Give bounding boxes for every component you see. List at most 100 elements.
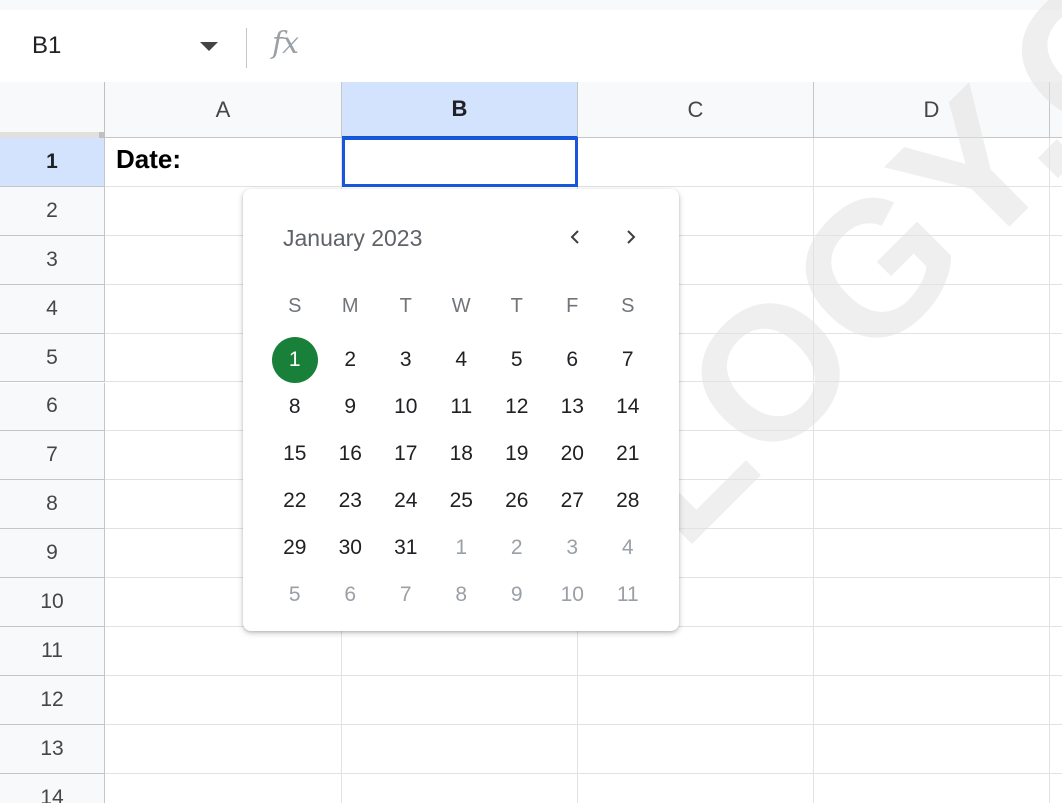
- grid-cell[interactable]: [1050, 725, 1062, 774]
- calendar-day[interactable]: 29: [267, 524, 323, 571]
- calendar-day[interactable]: 24: [378, 477, 434, 524]
- grid-cell[interactable]: [814, 138, 1050, 187]
- calendar-day[interactable]: 10: [378, 383, 434, 430]
- row-header-14[interactable]: 14: [0, 773, 105, 803]
- grid-cell[interactable]: [814, 627, 1050, 676]
- calendar-day[interactable]: 9: [489, 571, 545, 618]
- grid-cell[interactable]: [1050, 431, 1062, 481]
- grid-cell[interactable]: [1050, 676, 1062, 725]
- calendar-day[interactable]: 2: [323, 336, 379, 383]
- calendar-day[interactable]: 28: [600, 477, 656, 524]
- name-box[interactable]: B1: [32, 32, 61, 60]
- row-header-2[interactable]: 2: [0, 186, 105, 236]
- grid-cell[interactable]: [814, 333, 1050, 383]
- calendar-day[interactable]: 13: [545, 383, 601, 430]
- row-header-3[interactable]: 3: [0, 235, 105, 285]
- calendar-day[interactable]: 2: [489, 524, 545, 571]
- selected-day[interactable]: 1: [267, 336, 323, 383]
- calendar-day[interactable]: 3: [545, 524, 601, 571]
- calendar-day[interactable]: 9: [323, 383, 379, 430]
- column-header-c[interactable]: C: [578, 82, 814, 138]
- grid-cell[interactable]: [578, 773, 814, 803]
- calendar-day[interactable]: 21: [600, 430, 656, 477]
- row-header-12[interactable]: 12: [0, 675, 105, 725]
- calendar-day[interactable]: 31: [378, 524, 434, 571]
- grid-cell[interactable]: [814, 382, 1050, 432]
- grid-cell[interactable]: [814, 773, 1050, 803]
- grid-cell[interactable]: [1050, 529, 1062, 579]
- grid-cell[interactable]: [578, 675, 814, 725]
- grid-cell[interactable]: [578, 138, 814, 187]
- row-header-10[interactable]: 10: [0, 578, 105, 627]
- calendar-day[interactable]: 12: [489, 383, 545, 430]
- column-header-d[interactable]: D: [814, 82, 1050, 138]
- row-header-11[interactable]: 11: [0, 627, 105, 676]
- calendar-day[interactable]: 3: [378, 336, 434, 383]
- grid-cell[interactable]: [342, 627, 578, 676]
- calendar-day[interactable]: 4: [434, 336, 490, 383]
- row-header-9[interactable]: 9: [0, 529, 105, 579]
- calendar-day[interactable]: 30: [323, 524, 379, 571]
- calendar-day[interactable]: 15: [267, 430, 323, 477]
- calendar-day[interactable]: 1: [434, 524, 490, 571]
- chevron-left-icon[interactable]: [557, 219, 593, 255]
- calendar-day[interactable]: 11: [600, 571, 656, 618]
- calendar-day[interactable]: 25: [434, 477, 490, 524]
- grid-cell[interactable]: [814, 675, 1050, 725]
- calendar-day[interactable]: 17: [378, 430, 434, 477]
- grid-cell[interactable]: [1050, 480, 1062, 530]
- grid-cell[interactable]: [578, 627, 814, 676]
- grid-cell[interactable]: [342, 724, 578, 774]
- grid-cell[interactable]: [1050, 383, 1062, 432]
- column-header-partial[interactable]: [1050, 82, 1062, 138]
- grid-cell[interactable]: [1050, 187, 1062, 236]
- calendar-day[interactable]: 8: [267, 383, 323, 430]
- grid-cell[interactable]: [1050, 774, 1062, 803]
- grid-cell[interactable]: [814, 186, 1050, 236]
- column-header-b[interactable]: B: [342, 82, 578, 138]
- calendar-day[interactable]: 20: [545, 430, 601, 477]
- grid-cell[interactable]: [105, 675, 342, 725]
- grid-cell[interactable]: [342, 773, 578, 803]
- select-all-corner[interactable]: [0, 82, 105, 138]
- calendar-day[interactable]: 7: [600, 336, 656, 383]
- grid-cell[interactable]: [814, 724, 1050, 774]
- row-header-5[interactable]: 5: [0, 333, 105, 383]
- grid-cell[interactable]: [105, 724, 342, 774]
- chevron-right-icon[interactable]: [613, 219, 649, 255]
- grid-cell[interactable]: [105, 773, 342, 803]
- calendar-day[interactable]: 8: [434, 571, 490, 618]
- row-header-7[interactable]: 7: [0, 431, 105, 481]
- calendar-day[interactable]: 6: [323, 571, 379, 618]
- grid-cell[interactable]: [814, 284, 1050, 334]
- calendar-day[interactable]: 18: [434, 430, 490, 477]
- row-header-1[interactable]: 1: [0, 138, 105, 187]
- grid-cell[interactable]: [578, 724, 814, 774]
- grid-cell[interactable]: [1050, 334, 1062, 383]
- grid-cell[interactable]: [342, 675, 578, 725]
- calendar-day[interactable]: 7: [378, 571, 434, 618]
- grid-cell[interactable]: [814, 529, 1050, 579]
- calendar-day[interactable]: 27: [545, 477, 601, 524]
- row-header-6[interactable]: 6: [0, 382, 105, 432]
- grid-cell[interactable]: [1050, 578, 1062, 627]
- calendar-day[interactable]: 22: [267, 477, 323, 524]
- grid-cell[interactable]: [1050, 236, 1062, 285]
- calendar-day[interactable]: 11: [434, 383, 490, 430]
- row-header-13[interactable]: 13: [0, 724, 105, 774]
- calendar-day[interactable]: 6: [545, 336, 601, 383]
- grid-cell[interactable]: [814, 431, 1050, 481]
- column-header-a[interactable]: A: [105, 82, 342, 138]
- active-cell-b1[interactable]: [342, 137, 578, 187]
- grid-cell[interactable]: [814, 235, 1050, 285]
- row-header-4[interactable]: 4: [0, 284, 105, 334]
- calendar-day[interactable]: 10: [545, 571, 601, 618]
- calendar-day[interactable]: 19: [489, 430, 545, 477]
- grid-cell[interactable]: [814, 578, 1050, 627]
- grid-cell[interactable]: [814, 480, 1050, 530]
- calendar-day[interactable]: 5: [489, 336, 545, 383]
- calendar-day[interactable]: 23: [323, 477, 379, 524]
- calendar-day[interactable]: 26: [489, 477, 545, 524]
- grid-cell[interactable]: [1050, 285, 1062, 334]
- calendar-day[interactable]: 16: [323, 430, 379, 477]
